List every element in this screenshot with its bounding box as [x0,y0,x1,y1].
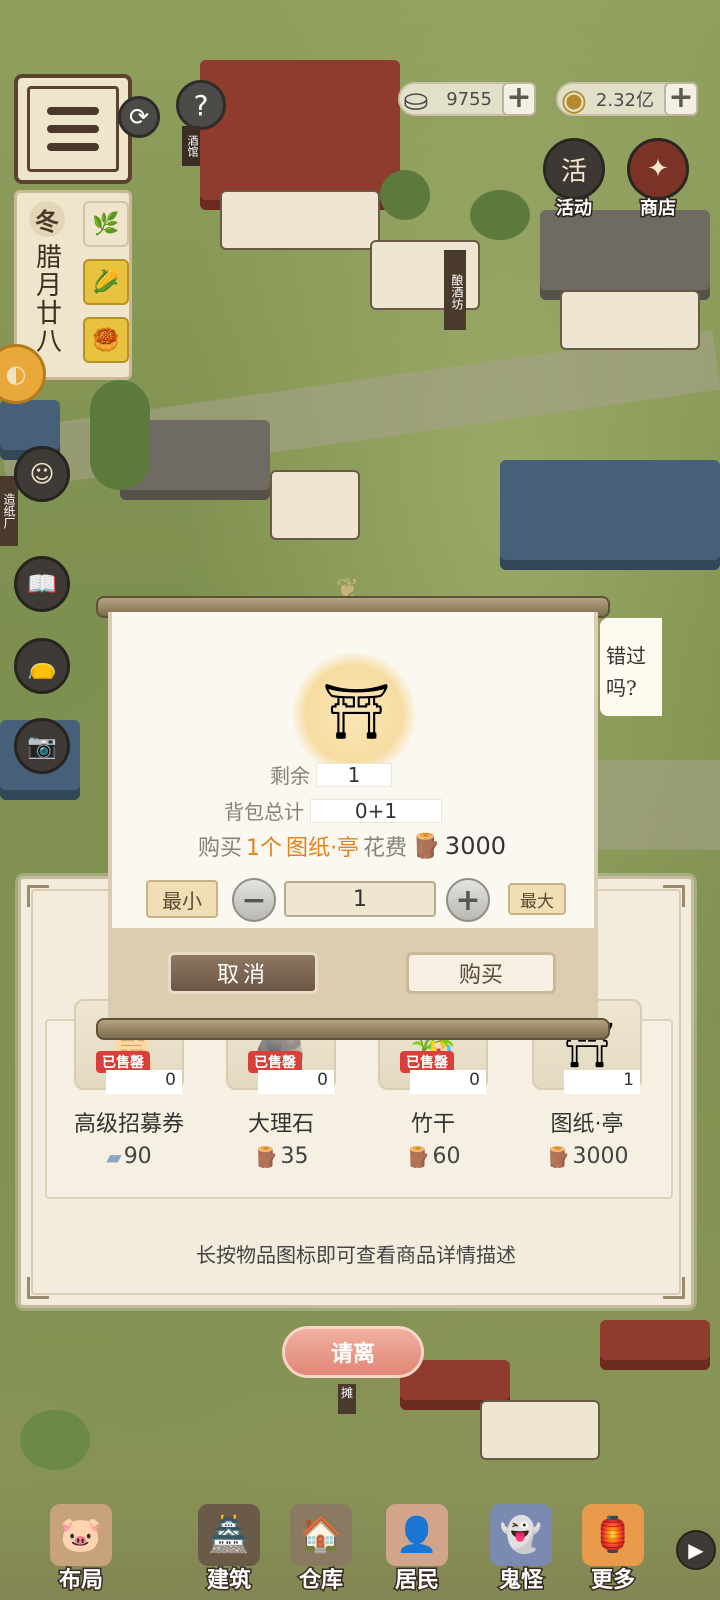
papermill-sign: 造纸厂 [0,476,18,546]
coin-value: 2.32亿 [595,90,654,111]
bag-total-value: 0+1 [310,798,442,823]
pavilion-blueprint-icon: ⛩ [292,652,416,776]
nav-residents[interactable]: 👤 居民 [372,1484,462,1595]
remaining-row: 剩余 1 [270,760,392,789]
buy-count: 1个 [246,836,283,861]
increase-button[interactable]: + [446,878,490,922]
nav-build[interactable]: 🏯 建筑 [184,1484,274,1595]
dialog-footer: 取消 购买 [112,928,594,1020]
remaining-label: 剩余 [270,764,310,788]
brewery-sign: 酿酒坊 [444,250,466,330]
nav-ghost-label: 鬼怪 [497,1567,544,1595]
nav-layout-label: 布局 [57,1567,104,1595]
nav-warehouse[interactable]: 🏠 仓库 [276,1484,366,1595]
lunar-date: 腊月廿八 [31,243,62,355]
speech-line-2: 吗? [606,676,637,700]
add-silver-button[interactable]: + [502,82,536,116]
build-icon: 🏯 [198,1504,260,1566]
main-menu-button[interactable] [14,74,132,184]
min-button[interactable]: 最小 [146,880,218,918]
season-badge: 冬 [29,201,65,237]
ticket-icon: ▰ [106,1144,122,1169]
buy-item-name: 图纸·亭 [286,836,360,861]
camera-icon[interactable]: 📷 [14,718,70,774]
item-count: 1 [564,1070,640,1094]
bag-total-label: 背包总计 [224,800,304,824]
cake-icon[interactable]: 🥮 [83,317,129,363]
max-button[interactable]: 最大 [508,883,566,915]
nav-more[interactable]: 🏮 更多 [568,1484,658,1595]
shop-hint: 长按物品图标即可查看商品详情描述 [196,1243,516,1267]
bag-total-row: 背包总计 0+1 [224,796,442,825]
item-price: 🪵 60 [405,1144,461,1169]
quantity-controls: 最小 − 1 + 最大 [146,878,568,922]
shop-label: 商店 [639,197,678,221]
wood-icon: 🪵 [405,1144,431,1169]
item-name: 图纸·亭 [550,1112,624,1137]
shop-button[interactable]: ✦ 商店 [620,138,696,226]
activity-icon: 活 [543,138,605,200]
activity-label: 活动 [555,197,594,221]
item-name: 高级招募券 [73,1112,184,1137]
item-count: 0 [258,1070,334,1094]
wood-icon: 🪵 [253,1144,279,1169]
buy-button[interactable]: 购买 [406,952,556,994]
copper-coin-icon: ◉ [560,82,588,118]
item-name: 竹干 [410,1112,455,1137]
leave-button[interactable]: 请离 [282,1326,424,1378]
add-coin-button[interactable]: + [664,82,698,116]
silver-value: 9755 [446,88,492,110]
purchase-dialog: ⛩ 剩余 1 背包总计 0+1 购买 1个 图纸·亭 花费 🪵 3000 最小 … [108,612,598,1020]
refresh-icon[interactable]: ⟳ [118,96,160,138]
item-name: 大理石 [247,1112,314,1137]
cost-value: 3000 [444,832,506,860]
scroll-rod-bottom [96,1018,610,1040]
wood-icon: 🪵 [411,832,441,860]
coin-counter[interactable]: ◉ 2.32亿 + [556,82,698,118]
nav-build-label: 建筑 [205,1567,252,1595]
item-count: 0 [410,1070,486,1094]
nav-ghost[interactable]: 👻 鬼怪 [476,1484,566,1595]
item-price: ▰ 90 [106,1144,152,1169]
cost-label: 花费 [363,836,408,861]
item-count: 0 [106,1070,182,1094]
decrease-button[interactable]: − [232,878,276,922]
nav-warehouse-label: 仓库 [297,1567,344,1595]
help-icon[interactable]: ? [176,80,226,130]
quantity-input[interactable]: 1 [284,881,436,917]
buy-summary: 购买 1个 图纸·亭 花费 🪵 3000 [198,830,506,862]
residents-icon: 👤 [386,1504,448,1566]
layout-icon: 🐷 [50,1504,112,1566]
npc-avatar-icon[interactable]: ☺ [14,446,70,502]
bottom-nav: 🐷 布局 🏯 建筑 🏠 仓库 👤 居民 👻 鬼怪 🏮 更多 ▶ [0,1480,720,1600]
buy-prefix: 购买 [198,836,243,861]
bag-icon[interactable]: 👝 [14,638,70,694]
silver-ingot-icon: ⛀ [403,82,429,118]
silver-counter[interactable]: ⛀ 9755 + [398,82,536,118]
tavern-label: 酒馆 [182,126,200,166]
chevron-right-icon[interactable]: ▶ [676,1530,716,1570]
book-icon[interactable]: 📖 [14,556,70,612]
nav-more-label: 更多 [589,1567,636,1595]
wood-icon: 🪵 [545,1144,571,1169]
scallion-icon[interactable]: 🌿 [83,201,129,247]
speech-line-1: 错过 [606,644,646,668]
item-price: 🪵 35 [253,1144,309,1169]
corn-icon[interactable]: 🌽 [83,259,129,305]
shop-icon: ✦ [627,138,689,200]
activity-button[interactable]: 活 活动 [536,138,612,226]
shop-item-grid: 📜 已售罄 0 高级招募券 ▰ 90 🪨 已售罄 0 大理石 🪵 35 🎋 已售… [45,999,673,1199]
more-icon: 🏮 [582,1504,644,1566]
item-price: 🪵 3000 [545,1144,629,1169]
remaining-value: 1 [316,762,392,787]
tavern-building[interactable] [200,60,400,210]
warehouse-icon: 🏠 [290,1504,352,1566]
stall-sign: 摊 [338,1384,356,1414]
nav-layout[interactable]: 🐷 布局 [36,1484,126,1595]
blue-roof-building[interactable] [500,460,720,570]
nav-residents-label: 居民 [393,1567,440,1595]
cancel-button[interactable]: 取消 [168,952,318,994]
ghost-icon: 👻 [490,1504,552,1566]
npc-speech-bubble: 错过 吗? [600,618,662,716]
